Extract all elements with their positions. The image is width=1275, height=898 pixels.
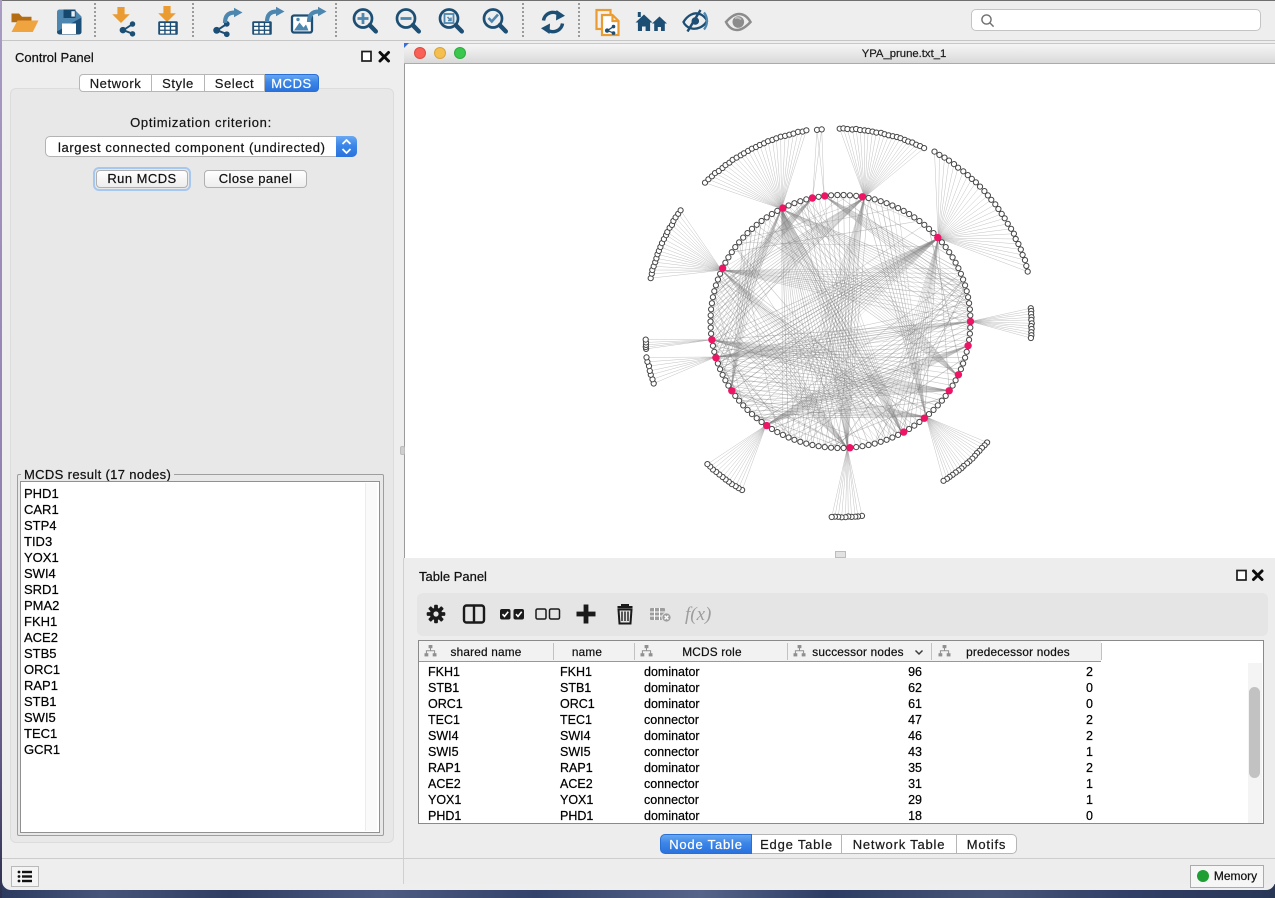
svg-text:f(x): f(x) (685, 604, 711, 625)
